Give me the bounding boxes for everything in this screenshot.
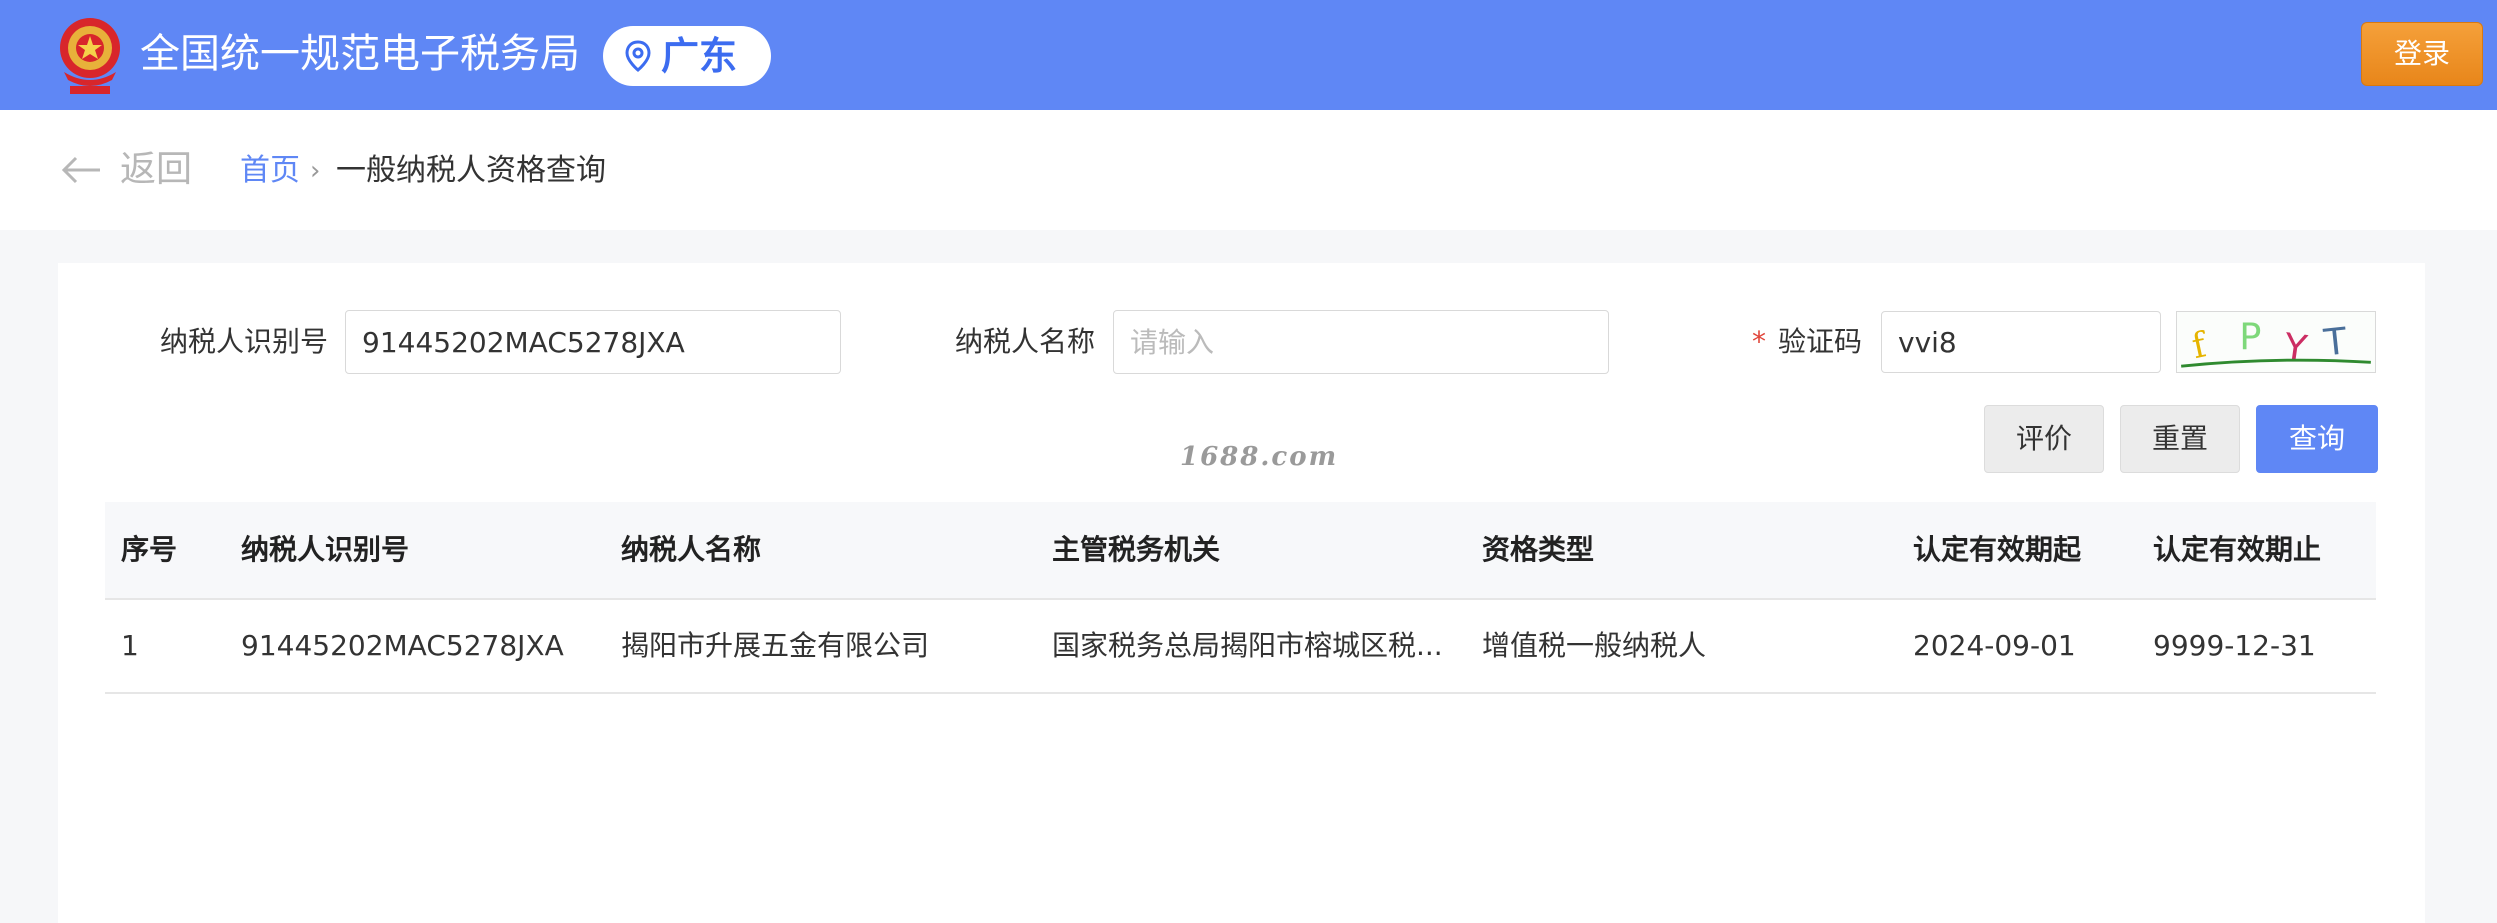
location-pin-icon bbox=[625, 40, 651, 72]
column-header: 序号 bbox=[121, 533, 178, 566]
taxpayer-name-label: 纳税人名称 bbox=[955, 325, 1096, 358]
query-button[interactable]: 查询 bbox=[2256, 405, 2378, 473]
back-arrow-icon[interactable] bbox=[60, 154, 102, 186]
breadcrumb-separator: › bbox=[310, 156, 321, 186]
watermark-text: 1688.com bbox=[1180, 442, 1339, 472]
captcha-label-group: * 验证码 bbox=[1752, 322, 1862, 362]
breadcrumb-home[interactable]: 首页 bbox=[240, 152, 300, 190]
column-header: 纳税人识别号 bbox=[241, 533, 410, 566]
site-title: 全国统一规范电子税务局 bbox=[140, 31, 580, 77]
captcha-char: Y bbox=[2280, 325, 2310, 371]
reset-button[interactable]: 重置 bbox=[2120, 405, 2240, 473]
region-selector[interactable]: 广东 bbox=[603, 26, 771, 86]
taxpayer-name-input[interactable] bbox=[1113, 310, 1609, 374]
column-header: 认定有效期起 bbox=[1913, 533, 2082, 566]
tax-authority-cell: 国家税务总局揭阳市榕城区税... bbox=[1052, 629, 1443, 662]
captcha-char: f bbox=[2189, 325, 2212, 367]
valid-to-cell: 9999-12-31 bbox=[2153, 629, 2316, 662]
login-button[interactable]: 登录 bbox=[2361, 22, 2483, 86]
valid-from-cell: 2024-09-01 bbox=[1913, 629, 2076, 662]
breadcrumb-current: 一般纳税人资格查询 bbox=[336, 153, 606, 188]
captcha-char: T bbox=[2321, 319, 2349, 364]
rate-button[interactable]: 评价 bbox=[1984, 405, 2104, 473]
breadcrumb-bar: 返回 首页 › 一般纳税人资格查询 bbox=[0, 110, 2497, 230]
taxpayer-id-input[interactable] bbox=[345, 310, 841, 374]
captcha-image[interactable]: f P Y T bbox=[2176, 311, 2376, 373]
top-header: 全国统一规范电子税务局 广东 登录 bbox=[0, 0, 2497, 110]
captcha-input[interactable] bbox=[1881, 311, 2161, 373]
tax-emblem-icon bbox=[60, 18, 120, 94]
region-label: 广东 bbox=[661, 34, 738, 78]
column-header: 纳税人名称 bbox=[621, 533, 762, 566]
taxpayer-id-label: 纳税人识别号 bbox=[160, 325, 329, 358]
qualification-type-cell: 增值税一般纳税人 bbox=[1482, 629, 1707, 662]
captcha-label: 验证码 bbox=[1778, 325, 1863, 358]
table-header: 序号 纳税人识别号 纳税人名称 主管税务机关 资格类型 认定有效期起 认定有效期… bbox=[105, 502, 2376, 600]
row-index-cell: 1 bbox=[121, 629, 139, 662]
taxpayer-name-cell: 揭阳市升展五金有限公司 bbox=[621, 629, 930, 662]
table-row[interactable]: 1 91445202MAC5278JXA 揭阳市升展五金有限公司 国家税务总局揭… bbox=[105, 600, 2376, 694]
taxpayer-id-cell: 91445202MAC5278JXA bbox=[241, 629, 564, 662]
column-header: 认定有效期止 bbox=[2153, 533, 2322, 566]
column-header: 主管税务机关 bbox=[1052, 533, 1221, 566]
column-header: 资格类型 bbox=[1482, 533, 1595, 566]
required-mark: * bbox=[1752, 325, 1766, 358]
captcha-char: P bbox=[2239, 315, 2261, 358]
back-link[interactable]: 返回 bbox=[120, 148, 192, 192]
